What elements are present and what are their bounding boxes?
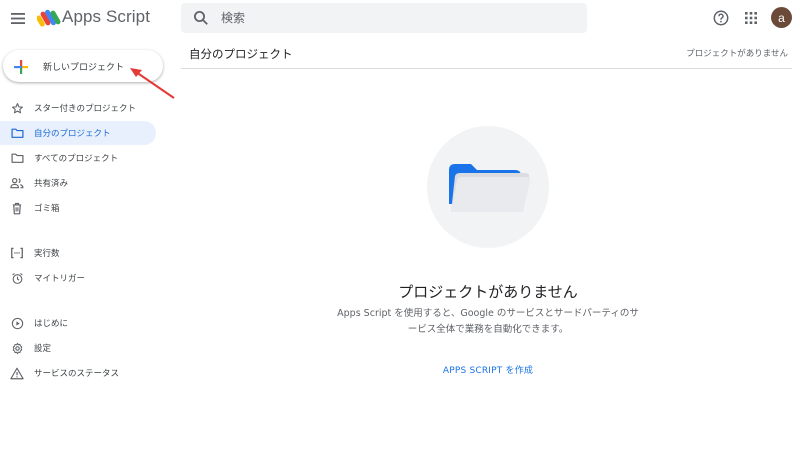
sidebar-item-shared[interactable]: 共有済み [0, 171, 156, 195]
search-bar[interactable] [181, 3, 587, 33]
sidebar-item-label: はじめに [34, 319, 69, 329]
executions-icon [10, 246, 24, 260]
empty-folder-illustration [427, 126, 549, 248]
empty-state-title: プロジェクトがありません [398, 283, 578, 301]
empty-state-description-line: ービス全体で業務を自動化できます。 [407, 324, 569, 335]
create-apps-script-link[interactable]: APPS SCRIPT を作成 [400, 363, 576, 376]
sidebar-item-label: サービスのステータス [34, 369, 120, 379]
sidebar-item-starred[interactable]: スター付きのプロジェクト [0, 96, 156, 120]
alarm-icon [10, 271, 24, 285]
sidebar-item-label: 設定 [34, 344, 52, 354]
search-icon[interactable] [193, 10, 209, 26]
project-count-status: プロジェクトがありません [686, 49, 788, 59]
apps-script-logo-icon [36, 7, 61, 29]
app-title[interactable]: Apps Script [62, 7, 150, 27]
sidebar-item-service-status[interactable]: サービスのステータス [0, 361, 156, 385]
sidebar-item-label: 共有済み [34, 179, 69, 189]
sidebar-item-getting-started[interactable]: はじめに [0, 311, 156, 335]
sidebar-item-my-projects[interactable]: 自分のプロジェクト [0, 121, 156, 145]
apps-grid-icon[interactable] [741, 8, 761, 28]
gear-icon [10, 341, 24, 355]
page-title: 自分のプロジェクト [189, 47, 293, 61]
empty-state-description: Apps Script を使用すると、Google のサービスとサードパーティの… [300, 306, 676, 338]
sidebar-item-trash[interactable]: ゴミ箱 [0, 196, 156, 220]
search-input[interactable] [219, 10, 563, 26]
trash-icon [10, 201, 24, 215]
sidebar-item-label: 実行数 [34, 249, 60, 259]
folder-icon [10, 151, 24, 165]
sidebar-item-my-triggers[interactable]: マイトリガー [0, 266, 156, 290]
sidebar-item-label: 自分のプロジェクト [34, 129, 111, 139]
empty-state-description-line: Apps Script を使用すると、Google のサービスとサードパーティの… [337, 308, 639, 319]
star-icon [10, 101, 24, 115]
sidebar-item-label: スター付きのプロジェクト [34, 104, 137, 114]
sidebar-item-all-projects[interactable]: すべてのプロジェクト [0, 146, 156, 170]
warning-icon [10, 366, 24, 380]
new-project-label: 新しいプロジェクト [43, 62, 125, 73]
folder-icon [10, 126, 24, 140]
sidebar-item-label: ゴミ箱 [34, 204, 60, 214]
plus-icon [14, 59, 28, 74]
sidebar-item-label: すべてのプロジェクト [34, 154, 119, 164]
avatar[interactable]: a [771, 7, 792, 28]
help-icon[interactable] [711, 8, 731, 28]
sidebar-item-settings[interactable]: 設定 [0, 336, 156, 360]
sidebar-item-executions[interactable]: 実行数 [0, 241, 156, 265]
people-icon [10, 176, 24, 190]
main-header: 自分のプロジェクト プロジェクトがありません [181, 38, 792, 69]
sidebar-item-label: マイトリガー [34, 274, 86, 284]
top-bar: Apps Script a [0, 0, 800, 38]
play-circle-icon [10, 316, 24, 330]
hamburger-menu-icon[interactable] [8, 8, 28, 28]
